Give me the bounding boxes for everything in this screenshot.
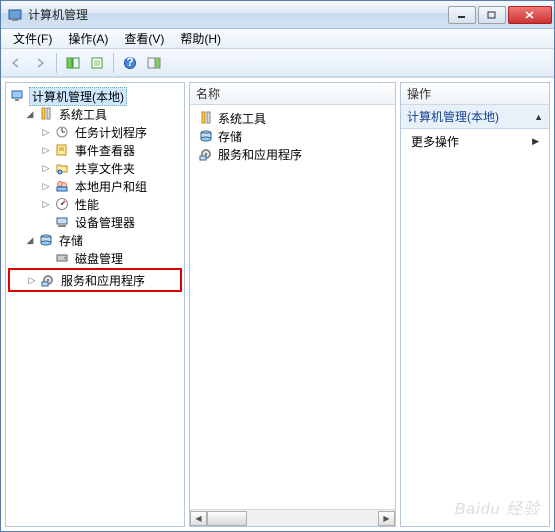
tree-system-tools[interactable]: ◢ 系统工具	[8, 105, 182, 123]
svg-text:?: ?	[126, 56, 133, 69]
actions-pane: 操作 计算机管理(本地) ▲ 更多操作 ▶	[400, 82, 550, 527]
toolbar-help-button[interactable]: ?	[119, 52, 141, 74]
tree-label: 事件查看器	[73, 142, 137, 159]
tree-label: 设备管理器	[73, 214, 137, 231]
actions-header: 操作	[401, 83, 549, 105]
scroll-thumb[interactable]	[207, 511, 247, 526]
toolbar-show-hide-tree-button[interactable]	[62, 52, 84, 74]
actions-section-header[interactable]: 计算机管理(本地) ▲	[401, 105, 549, 129]
horizontal-scrollbar[interactable]: ◀ ▶	[190, 509, 395, 526]
toolbar-forward-button	[29, 52, 51, 74]
tree-local-users[interactable]: ▷ 本地用户和组	[8, 177, 182, 195]
tree-label: 磁盘管理	[73, 250, 125, 267]
clock-icon	[54, 124, 70, 140]
computer-icon	[10, 88, 26, 104]
blank-icon	[40, 216, 52, 228]
list-item[interactable]: 存储	[194, 127, 391, 145]
expand-icon[interactable]: ▷	[40, 162, 52, 174]
list-item[interactable]: 系统工具	[194, 109, 391, 127]
minimize-button[interactable]	[448, 6, 476, 24]
tree-label: 本地用户和组	[73, 178, 149, 195]
tree-label: 计算机管理(本地)	[29, 87, 127, 106]
storage-icon	[198, 128, 214, 144]
menu-help[interactable]: 帮助(H)	[172, 28, 229, 49]
list-header[interactable]: 名称	[190, 83, 395, 105]
tree-disk-management[interactable]: 磁盘管理	[8, 249, 182, 267]
toolbar-action-pane-button[interactable]	[143, 52, 165, 74]
blank-icon	[40, 252, 52, 264]
list-item-label: 存储	[218, 128, 242, 145]
tree-root[interactable]: 计算机管理(本地)	[8, 87, 182, 105]
actions-header-label: 操作	[407, 85, 431, 102]
body: 计算机管理(本地) ◢ 系统工具 ▷ 任务计划程序 ▷ 事件查看器	[1, 77, 554, 531]
expand-icon[interactable]: ▷	[40, 126, 52, 138]
expand-icon[interactable]: ▷	[40, 144, 52, 156]
tree-pane[interactable]: 计算机管理(本地) ◢ 系统工具 ▷ 任务计划程序 ▷ 事件查看器	[5, 82, 185, 527]
list-item[interactable]: 服务和应用程序	[194, 145, 391, 163]
submenu-icon: ▶	[532, 136, 539, 147]
tree-label: 系统工具	[57, 106, 109, 123]
scroll-left-button[interactable]: ◀	[190, 511, 207, 526]
close-button[interactable]	[508, 6, 552, 24]
device-icon	[54, 214, 70, 230]
collapse-icon[interactable]: ◢	[24, 234, 36, 246]
app-icon	[7, 7, 23, 23]
tree-storage[interactable]: ◢ 存储	[8, 231, 182, 249]
toolbar-separator	[113, 53, 114, 73]
tree-performance[interactable]: ▷ 性能	[8, 195, 182, 213]
tools-icon	[38, 106, 54, 122]
expand-icon[interactable]: ▷	[40, 198, 52, 210]
toolbar-back-button	[5, 52, 27, 74]
menu-action[interactable]: 操作(A)	[60, 28, 116, 49]
window-frame: 计算机管理 文件(F) 操作(A) 查看(V) 帮助(H) ? 计算机管理(本地…	[0, 0, 555, 532]
toolbar-separator	[56, 53, 57, 73]
list-body[interactable]: 系统工具 存储 服务和应用程序	[190, 105, 395, 509]
disk-icon	[54, 250, 70, 266]
tree-label: 存储	[57, 232, 85, 249]
menubar: 文件(F) 操作(A) 查看(V) 帮助(H)	[1, 29, 554, 49]
menu-file[interactable]: 文件(F)	[5, 28, 60, 49]
services-icon	[198, 146, 214, 162]
scroll-right-button[interactable]: ▶	[378, 511, 395, 526]
list-item-label: 服务和应用程序	[218, 146, 302, 163]
actions-section-label: 计算机管理(本地)	[407, 108, 499, 125]
tree-shared-folders[interactable]: ▷ 共享文件夹	[8, 159, 182, 177]
maximize-button[interactable]	[478, 6, 506, 24]
performance-icon	[54, 196, 70, 212]
collapse-icon[interactable]: ◢	[24, 108, 36, 120]
storage-icon	[38, 232, 54, 248]
highlight-annotation: ▷ 服务和应用程序	[8, 268, 182, 292]
tree-label: 任务计划程序	[73, 124, 149, 141]
toolbar: ?	[1, 49, 554, 77]
tree-device-manager[interactable]: 设备管理器	[8, 213, 182, 231]
tree-label: 性能	[73, 196, 101, 213]
list-pane: 名称 系统工具 存储 服务和应用程序 ◀	[189, 82, 396, 527]
tree-task-scheduler[interactable]: ▷ 任务计划程序	[8, 123, 182, 141]
users-icon	[54, 178, 70, 194]
event-icon	[54, 142, 70, 158]
actions-more[interactable]: 更多操作 ▶	[401, 129, 549, 154]
collapse-icon: ▲	[534, 112, 543, 122]
services-icon	[40, 272, 56, 288]
actions-more-label: 更多操作	[411, 133, 459, 150]
tree-event-viewer[interactable]: ▷ 事件查看器	[8, 141, 182, 159]
tree-services-apps[interactable]: ▷ 服务和应用程序	[10, 271, 180, 289]
titlebar[interactable]: 计算机管理	[1, 1, 554, 29]
shared-folder-icon	[54, 160, 70, 176]
toolbar-properties-button[interactable]	[86, 52, 108, 74]
expand-icon[interactable]: ▷	[40, 180, 52, 192]
window-title: 计算机管理	[28, 6, 446, 23]
menu-view[interactable]: 查看(V)	[116, 28, 172, 49]
tools-icon	[198, 110, 214, 126]
tree-label: 服务和应用程序	[59, 272, 147, 289]
list-item-label: 系统工具	[218, 110, 266, 127]
tree-label: 共享文件夹	[73, 160, 137, 177]
list-header-label: 名称	[196, 85, 220, 102]
expand-icon[interactable]: ▷	[26, 274, 38, 286]
